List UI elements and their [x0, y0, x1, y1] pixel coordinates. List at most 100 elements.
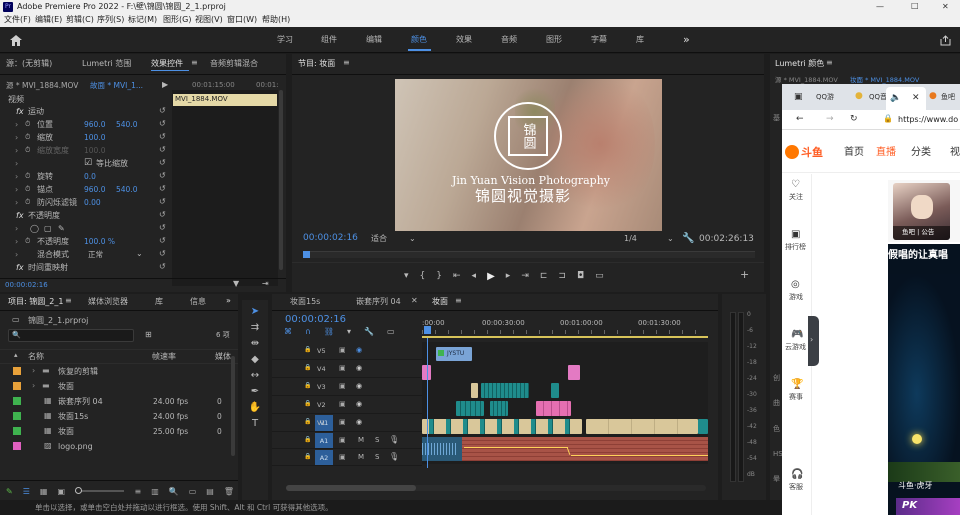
- expand-icon[interactable]: ›: [15, 147, 18, 155]
- project-search-input[interactable]: 🔍: [8, 329, 134, 342]
- fx-value[interactable]: 960.0: [84, 121, 105, 129]
- tab-lumetri-scopes[interactable]: Lumetri 范围: [82, 60, 131, 68]
- reset-icon[interactable]: ↺: [159, 224, 166, 232]
- douyu-sidebar-item[interactable]: 游戏: [789, 294, 803, 301]
- track-name[interactable]: V1: [317, 419, 326, 427]
- time-ruler[interactable]: :00:00 00:00:30:00 00:01:00:00 00:01:30:…: [422, 314, 708, 338]
- scrollbar[interactable]: [279, 90, 283, 270]
- douyu-sidebar-item[interactable]: 云游戏: [785, 344, 806, 351]
- export-icon[interactable]: ⇥: [262, 280, 269, 288]
- fx-badge-icon[interactable]: fx: [16, 108, 24, 116]
- fx-value[interactable]: 0.0: [84, 173, 96, 181]
- game-icon[interactable]: ◎: [791, 280, 800, 290]
- pen-tool-icon[interactable]: ✒: [251, 386, 259, 397]
- mark-in-icon[interactable]: {: [420, 271, 426, 281]
- timeline-tab-2[interactable]: 嵌套序列 04: [356, 298, 401, 306]
- tab-effect-controls[interactable]: 效果控件: [151, 60, 183, 68]
- linked-selection-icon[interactable]: ⛓: [324, 327, 334, 337]
- expand-icon[interactable]: ›: [15, 134, 18, 142]
- track-header-v2[interactable]: 🔒 V2 ▣ ◉: [272, 396, 422, 414]
- workspace-color[interactable]: 颜色: [411, 36, 427, 44]
- work-area-bar[interactable]: [422, 336, 708, 338]
- fx-badge-icon[interactable]: fx: [16, 212, 24, 220]
- reset-icon[interactable]: ↺: [159, 198, 166, 206]
- label-color-chip[interactable]: [13, 367, 21, 375]
- fx-value[interactable]: 540.0: [116, 186, 137, 194]
- fx-row[interactable]: › ☑ 等比缩放 ↺: [0, 158, 172, 171]
- video-clip[interactable]: [698, 419, 708, 434]
- lumetri-menu-icon[interactable]: ≡: [826, 59, 833, 67]
- trophy-icon[interactable]: 🏆: [791, 380, 803, 390]
- back-icon[interactable]: ←: [796, 115, 804, 124]
- playhead-handle[interactable]: [424, 326, 431, 334]
- toggle-output-eye-icon[interactable]: ◉: [356, 347, 362, 354]
- tab-info[interactable]: 信息: [190, 298, 206, 306]
- track-header-a1[interactable]: A1 🔒 ▣ M S 🎙: [272, 432, 422, 449]
- lumetri-title[interactable]: Lumetri 颜色: [775, 60, 824, 68]
- panel-menu-icon[interactable]: ≡: [191, 59, 198, 67]
- step-forward-icon[interactable]: ▸: [506, 271, 511, 281]
- tab-libraries[interactable]: 库: [155, 298, 163, 306]
- reset-icon[interactable]: ↺: [159, 146, 166, 154]
- workspace-editing[interactable]: 编辑: [366, 36, 382, 44]
- fx-row[interactable]: fx 不透明度 ↺: [0, 210, 172, 223]
- lock-track-icon[interactable]: 🔒: [304, 401, 311, 407]
- lumetri-section-3[interactable]: 色: [773, 426, 780, 433]
- selection-tool-icon[interactable]: ➤: [251, 306, 259, 317]
- col-header-name[interactable]: 名称: [28, 353, 44, 361]
- menu-clip[interactable]: 剪辑(C): [66, 16, 94, 24]
- track-name[interactable]: V5: [317, 347, 326, 355]
- step-back-icon[interactable]: ◂: [472, 271, 477, 281]
- fx-row[interactable]: fx 运动 ↺: [0, 106, 172, 119]
- col-header-fps[interactable]: 帧速率: [152, 353, 176, 361]
- stopwatch-icon[interactable]: ⏱: [25, 147, 30, 154]
- reset-icon[interactable]: ↺: [159, 120, 166, 128]
- label-color-chip[interactable]: [13, 412, 21, 420]
- effect-timecode[interactable]: 00:00:02:16: [5, 282, 48, 289]
- track-header-a2[interactable]: A2 🔒 ▣ M S 🎙: [272, 449, 422, 466]
- pencil-icon[interactable]: ✎: [6, 487, 13, 496]
- mark-out-icon[interactable]: }: [436, 271, 442, 281]
- fx-row[interactable]: › ⏱ 缩放宽度 100.0 ↺: [0, 145, 172, 158]
- reset-icon[interactable]: ↺: [159, 172, 166, 180]
- nav-live[interactable]: 直播: [876, 148, 896, 158]
- close-button[interactable]: ✕: [942, 3, 949, 11]
- nav-more[interactable]: 视: [950, 148, 960, 158]
- browser-active-tab[interactable]: 🔈 ✕: [886, 87, 926, 110]
- pen-mask-icon[interactable]: ✎: [58, 225, 65, 233]
- douyu-sidebar-item[interactable]: 关注: [789, 194, 803, 201]
- compare-icon[interactable]: ▭: [595, 271, 604, 281]
- lock-track-icon[interactable]: 🔒: [304, 383, 311, 389]
- wrench-icon[interactable]: 🔧: [682, 234, 694, 244]
- fx-row[interactable]: › ⏱ 旋转 0.0 ↺: [0, 171, 172, 184]
- reset-icon[interactable]: ↺: [159, 159, 166, 167]
- lock-track-icon[interactable]: 🔒: [304, 437, 311, 443]
- project-item[interactable]: ▦ 嵌套序列 04 24.00 fps 0: [0, 394, 230, 409]
- sync-lock-icon[interactable]: ▣: [339, 383, 346, 390]
- source-patch[interactable]: A1: [315, 433, 333, 448]
- ranking-icon[interactable]: ▣: [791, 230, 800, 240]
- tab-audio-clip-mixer[interactable]: 音频剪辑混合: [210, 60, 258, 68]
- minimize-button[interactable]: —: [876, 3, 884, 11]
- voiceover-mic-icon[interactable]: 🎙: [389, 436, 399, 444]
- fit-dropdown-arrow-icon[interactable]: ⌄: [409, 235, 416, 243]
- tab-source[interactable]: 源：(无剪辑): [6, 60, 52, 68]
- workspace-graphics[interactable]: 图形: [546, 36, 562, 44]
- project-more-icon[interactable]: »: [226, 297, 231, 305]
- menu-edit[interactable]: 编辑(E): [35, 16, 62, 24]
- track-header-v4[interactable]: 🔒 V4 ▣ ◉: [272, 360, 422, 378]
- track-header-v3[interactable]: 🔒 V3 ▣ ◉: [272, 378, 422, 396]
- speaker-icon[interactable]: 🔈: [890, 94, 901, 103]
- fx-row[interactable]: › ⏱ 不透明度 100.0 % ↺: [0, 236, 172, 249]
- lumetri-section-0[interactable]: 基: [773, 115, 780, 122]
- expand-icon[interactable]: ›: [15, 121, 18, 129]
- fx-badge-icon[interactable]: fx: [16, 264, 24, 272]
- track-name[interactable]: V4: [317, 365, 326, 373]
- automate-icon[interactable]: ▥: [151, 487, 159, 496]
- toggle-output-eye-icon[interactable]: ◉: [356, 383, 362, 390]
- col-header-media[interactable]: 媒体: [215, 353, 231, 361]
- dropdown-arrow-icon[interactable]: ⌄: [136, 250, 143, 258]
- timeline-h-scroll[interactable]: [286, 485, 706, 491]
- scroll-thumb[interactable]: [286, 485, 416, 491]
- title-clip[interactable]: JYSTU: [436, 347, 472, 361]
